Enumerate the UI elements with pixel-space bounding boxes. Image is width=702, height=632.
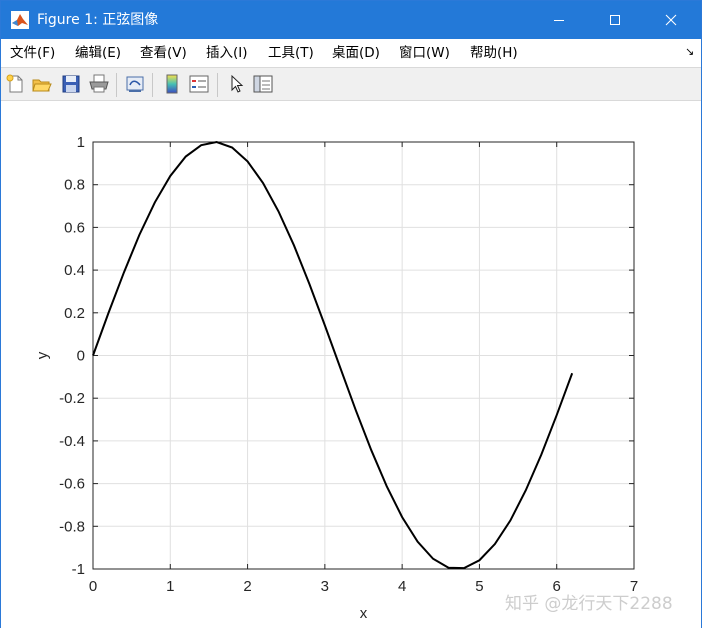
- x-tick-label: 0: [89, 578, 97, 595]
- menu-window[interactable]: 窗口(W): [399, 45, 450, 61]
- menu-help[interactable]: 帮助(H): [470, 45, 518, 61]
- minimize-icon: [554, 20, 564, 21]
- watermark: 知乎 @龙行天下2288: [505, 594, 673, 614]
- menu-insert[interactable]: 插入(I): [206, 45, 248, 61]
- menu-edit[interactable]: 编辑(E): [75, 45, 121, 61]
- menu-file[interactable]: 文件(F): [10, 45, 55, 61]
- sine-plot[interactable]: 0 1 2 3 4 5 6 710.80.60.40.20-0.2-0.4-0.6-0.8-1…: [1, 101, 701, 628]
- menu-view[interactable]: 查看(V): [140, 45, 187, 61]
- y-tick-label: -1: [72, 561, 85, 578]
- insert-legend-icon[interactable]: [188, 73, 210, 95]
- toolbar-separator: [217, 73, 218, 97]
- y-tick-label: -0.4: [59, 433, 85, 450]
- maximize-button[interactable]: [587, 1, 643, 39]
- link-plot-icon[interactable]: [124, 73, 146, 95]
- toolbar: [1, 67, 701, 101]
- y-tick-label: -0.6: [59, 476, 85, 493]
- open-file-icon[interactable]: [31, 73, 53, 95]
- y-tick-label: 0.4: [64, 262, 85, 279]
- property-editor-icon[interactable]: [252, 73, 274, 95]
- save-icon[interactable]: [60, 73, 82, 95]
- y-tick-label: -0.2: [59, 390, 85, 407]
- y-tick-label: 0.2: [64, 305, 85, 322]
- minimize-button[interactable]: [531, 1, 587, 39]
- y-tick-label: 0: [77, 348, 85, 365]
- y-tick-label: 0.8: [64, 177, 85, 194]
- matlab-logo-icon: [11, 11, 29, 29]
- edit-plot-arrow-icon[interactable]: [226, 73, 248, 95]
- y-axis-label: y: [34, 351, 51, 359]
- title-bar[interactable]: Figure 1: 正弦图像: [1, 1, 701, 39]
- maximize-icon: [610, 15, 620, 25]
- figure-window: Figure 1: 正弦图像 文件(F) 编辑(E) 查看(V) 插入(I) 工…: [0, 0, 702, 628]
- menu-bar: 文件(F) 编辑(E) 查看(V) 插入(I) 工具(T) 桌面(D) 窗口(W…: [1, 39, 701, 67]
- new-figure-icon[interactable]: [5, 73, 27, 95]
- x-tick-label: 2: [243, 578, 251, 595]
- menu-desktop[interactable]: 桌面(D): [332, 45, 380, 61]
- insert-colorbar-icon[interactable]: [161, 73, 183, 95]
- window-title: Figure 1: 正弦图像: [37, 12, 159, 28]
- y-tick-label: 0.6: [64, 219, 85, 236]
- x-tick-label: 1: [166, 578, 174, 595]
- toolbar-separator: [116, 73, 117, 97]
- menu-tools[interactable]: 工具(T): [268, 45, 314, 61]
- y-tick-label: -0.8: [59, 518, 85, 535]
- x-tick-label: 5: [475, 578, 483, 595]
- figure-canvas: 0 1 2 3 4 5 6 7 1 0.8 0.6 0.4 0.2 0 -0.2 -0.4 -0.6 -0.8 -1…: [1, 101, 701, 628]
- y-tick-label: 1: [77, 134, 85, 151]
- dock-arrow-icon[interactable]: ↘: [685, 45, 694, 58]
- x-axis-label: x: [360, 605, 368, 622]
- close-icon: [665, 14, 677, 26]
- x-tick-label: 4: [398, 578, 406, 595]
- print-icon[interactable]: [88, 73, 110, 95]
- close-button[interactable]: [643, 1, 699, 39]
- x-tick-label: 3: [321, 578, 329, 595]
- toolbar-separator: [152, 73, 153, 97]
